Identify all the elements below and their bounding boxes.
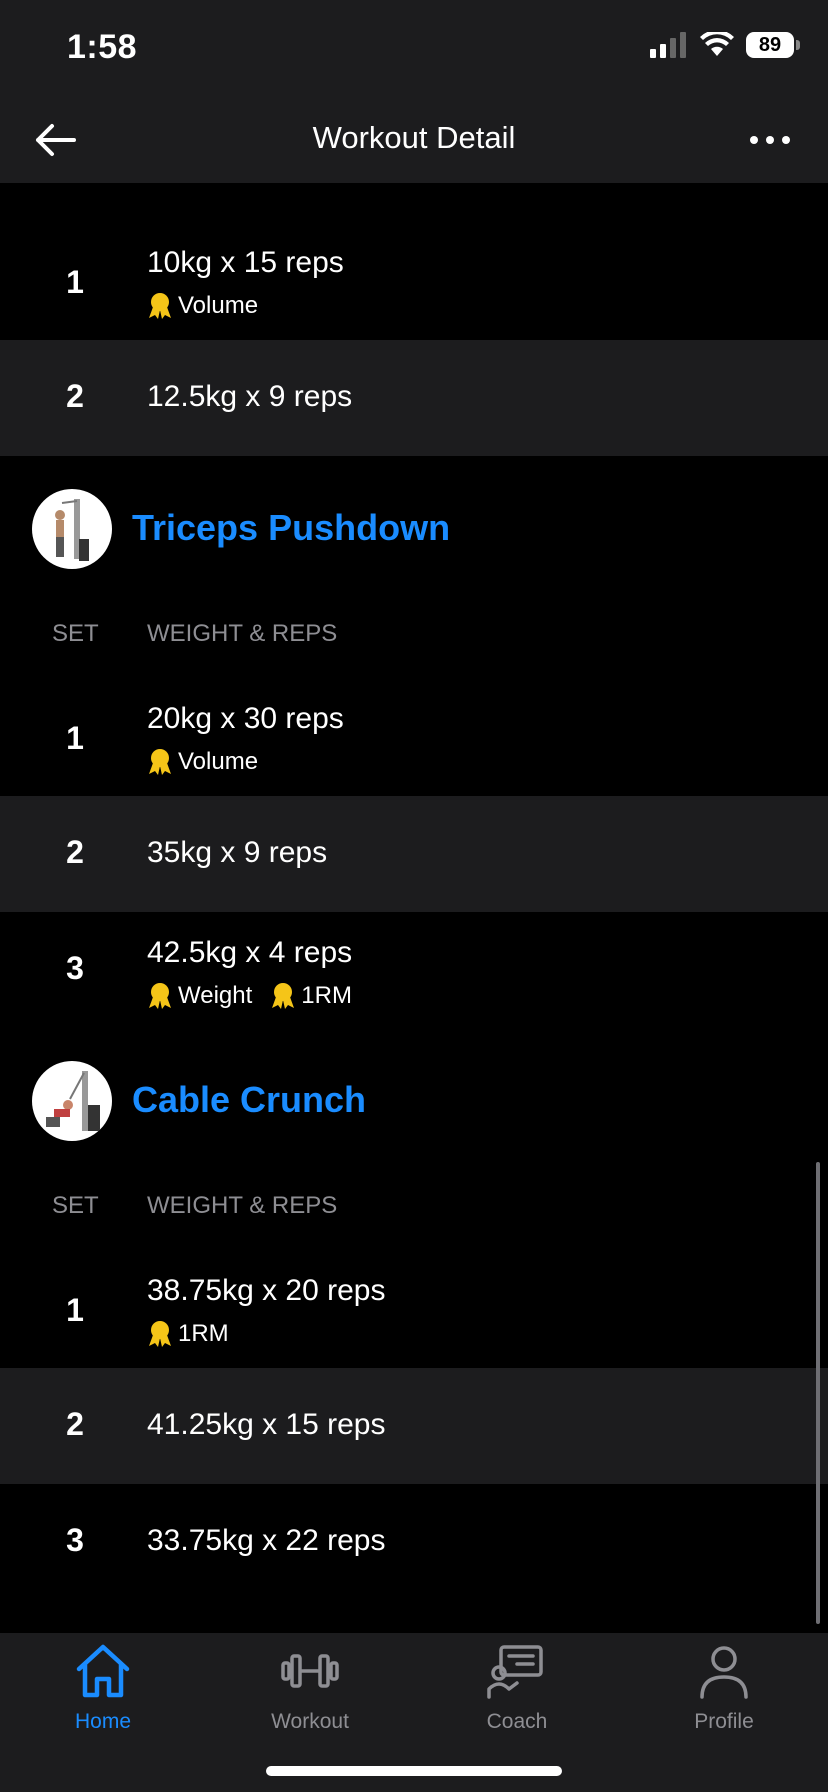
home-icon (76, 1644, 130, 1698)
record-badges: Weight 1RM (147, 982, 352, 1010)
cellular-signal-icon (650, 32, 686, 58)
badge-label: Volume (178, 748, 259, 775)
exercise-thumbnail (32, 1061, 112, 1141)
weight-reps: 10kg x 15 reps (147, 246, 344, 279)
more-options-icon[interactable] (740, 120, 800, 160)
status-icons: 89 (650, 32, 800, 58)
weight-reps: 33.75kg x 22 reps (147, 1524, 386, 1557)
scrollbar[interactable] (816, 1162, 820, 1624)
exercise-thumbnail (32, 489, 112, 569)
medal-icon (149, 983, 171, 1009)
tab-home[interactable]: Home (38, 1643, 168, 1734)
record-badge: Weight (147, 982, 252, 1010)
weight-reps: 12.5kg x 9 reps (147, 380, 353, 413)
set-number: 2 (66, 1406, 84, 1442)
exercise-title[interactable]: Cable Crunch (132, 1079, 366, 1121)
set-row: 1 20kg x 30 reps Volume (0, 684, 828, 796)
exercise-header[interactable]: Cable Crunch (0, 1055, 828, 1145)
weight-reps: 20kg x 30 reps (147, 702, 344, 735)
weight-reps: 42.5kg x 4 reps (147, 936, 353, 969)
col-weight-reps-label: WEIGHT & REPS (147, 1192, 338, 1219)
set-row: 1 38.75kg x 20 reps 1RM (0, 1256, 828, 1368)
set-row: 2 12.5kg x 9 reps (0, 340, 828, 456)
tab-workout[interactable]: Workout (245, 1643, 375, 1734)
set-row: 3 33.75kg x 22 reps (0, 1484, 828, 1600)
status-time: 1:58 (67, 28, 138, 66)
medal-icon (149, 749, 171, 775)
cable-machine-icon (55, 499, 89, 561)
set-number: 3 (66, 1522, 84, 1558)
record-badge: 1RM (147, 1320, 229, 1348)
set-row: 2 35kg x 9 reps (0, 796, 828, 912)
weight-reps: 38.75kg x 20 reps (147, 1274, 386, 1307)
record-badge: Volume (147, 292, 258, 320)
home-indicator[interactable] (266, 1766, 562, 1776)
record-badges: Volume (147, 292, 258, 320)
badge-label: Volume (178, 292, 259, 319)
tab-label: Workout (271, 1710, 349, 1733)
record-badges: 1RM (147, 1320, 229, 1348)
set-number: 2 (66, 378, 84, 414)
set-number: 2 (66, 834, 84, 870)
col-weight-reps-label: WEIGHT & REPS (147, 620, 338, 647)
badge-label: Weight (178, 982, 253, 1009)
set-number: 1 (66, 264, 84, 300)
battery-icon: 89 (746, 32, 800, 58)
top-bar: 1:58 89 Workout Detail (0, 0, 828, 183)
tab-profile[interactable]: Profile (659, 1643, 789, 1734)
set-row: 1 10kg x 15 reps Volume (0, 226, 828, 340)
medal-icon (149, 293, 171, 319)
weight-reps: 41.25kg x 15 reps (147, 1408, 386, 1441)
workout-detail-scroll[interactable]: SET WEIGHT & REPS 1 10kg x 15 reps Volum… (0, 0, 828, 1792)
record-badges: Volume (147, 748, 258, 776)
col-set-label: SET (52, 620, 99, 647)
cable-machine-icon (46, 1071, 100, 1131)
set-number: 3 (66, 950, 84, 986)
weight-reps: 35kg x 9 reps (147, 836, 328, 869)
set-row: 2 41.25kg x 15 reps (0, 1368, 828, 1484)
medal-icon (149, 1321, 171, 1347)
col-set-label: SET (52, 1192, 99, 1219)
profile-icon (700, 1646, 748, 1699)
coach-icon (487, 1645, 543, 1699)
exercise-title[interactable]: Triceps Pushdown (132, 507, 450, 549)
tab-coach[interactable]: Coach (452, 1643, 582, 1734)
medal-icon (272, 983, 295, 1009)
dumbbell-icon (281, 1654, 339, 1688)
set-number: 1 (66, 720, 84, 756)
tab-label: Profile (694, 1710, 754, 1733)
badge-label: 1RM (178, 1320, 229, 1347)
tab-label: Home (74, 1710, 132, 1733)
tab-label: Coach (486, 1710, 548, 1733)
badge-label: 1RM (301, 982, 352, 1009)
record-badge: 1RM (270, 982, 352, 1010)
set-row: 3 42.5kg x 4 reps Weight 1RM (0, 912, 828, 1026)
wifi-icon (700, 32, 734, 56)
exercise-header[interactable]: Triceps Pushdown (0, 483, 828, 573)
set-number: 1 (66, 1292, 84, 1328)
page-title: Workout Detail (312, 120, 516, 155)
record-badge: Volume (147, 748, 258, 776)
